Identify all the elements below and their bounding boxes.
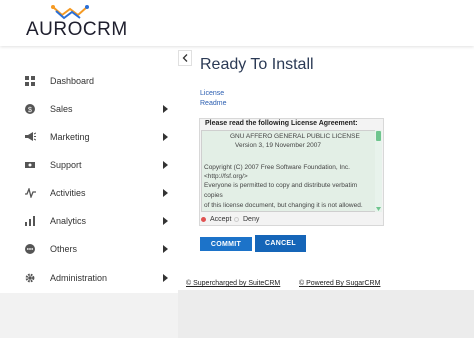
activities-icon [24,187,36,199]
sidebar-item-label: Activities [50,188,86,198]
deny-radio[interactable]: Deny [234,214,259,224]
license-link[interactable]: License [200,90,224,97]
chevron-left-icon [182,54,188,62]
accept-radio[interactable]: Accept [201,214,231,224]
license-line: <http://fsf.org/> [204,173,248,180]
readme-link[interactable]: Readme [200,100,226,107]
chevron-right-icon [163,189,168,197]
license-line: Version 3, 19 November 2007 [235,142,321,149]
chevron-right-icon [163,217,168,225]
logo-text: AUROCRM [26,19,128,40]
sidebar-item-label: Others [50,244,78,254]
sidebar-footer-area [0,293,178,338]
license-heading: Please read the following License Agreem… [205,120,358,127]
license-line: Copyright (C) 2007 Free Software Foundat… [204,164,350,171]
sidebar-item-label: Analytics [50,216,87,226]
sidebar-item-support[interactable]: Support [0,151,178,179]
sidebar-item-analytics[interactable]: Analytics [0,207,178,235]
commit-button[interactable]: COMMIT [200,237,252,251]
sidebar-item-label: Marketing [50,132,90,142]
footer-area [178,290,474,338]
sidebar-item-sales[interactable]: $ Sales [0,95,178,123]
sidebar-item-administration[interactable]: Administration [0,264,178,292]
license-scrollbar[interactable] [375,130,382,212]
sidebar-item-label: Support [50,160,82,170]
sales-dollar-icon: $ [24,103,36,115]
page-title: Ready To Install [200,56,314,73]
license-line: of this license document, but changing i… [204,202,363,209]
chevron-right-icon [163,105,168,113]
logo-mark-icon [51,5,89,20]
megaphone-icon [24,131,36,143]
license-line: copies [204,192,223,199]
radio-selected-icon [201,216,206,222]
dashboard-icon [24,75,36,87]
svg-text:$: $ [28,107,32,114]
chevron-right-icon [163,133,168,141]
chevron-right-icon [163,274,168,282]
license-textarea[interactable]: GNU AFFERO GENERAL PUBLIC LICENSE Versio… [201,130,382,212]
sidebar-item-dashboard[interactable]: Dashboard [0,67,178,95]
sidebar-item-label: Administration [50,273,108,283]
license-line: GNU AFFERO GENERAL PUBLIC LICENSE [230,133,360,140]
others-icon [24,243,36,255]
cancel-button[interactable]: CANCEL [255,235,306,252]
radio-unselected-icon [234,216,239,222]
top-bar: AUROCRM [0,0,474,46]
chevron-right-icon [163,245,168,253]
gear-icon [24,272,36,284]
scroll-thumb[interactable] [376,131,381,141]
suitecrm-link[interactable]: © Supercharged by SuiteCRM [186,280,280,287]
scroll-down-icon[interactable] [375,206,382,212]
sidebar-item-label: Dashboard [50,76,95,86]
support-icon [24,159,36,171]
sidebar-item-others[interactable]: Others [0,235,178,263]
sugarcrm-link[interactable]: © Powered By SugarCRM [299,280,380,287]
sidebar-item-activities[interactable]: Activities [0,179,178,207]
accept-label: Accept [210,215,232,223]
deny-label: Deny [243,215,260,223]
sidebar-collapse-button[interactable] [178,50,192,66]
sidebar-item-marketing[interactable]: Marketing [0,123,178,151]
license-line: Everyone is permitted to copy and distri… [204,182,358,189]
analytics-chart-icon [24,215,36,227]
chevron-right-icon [163,161,168,169]
sidebar-item-label: Sales [50,104,73,114]
